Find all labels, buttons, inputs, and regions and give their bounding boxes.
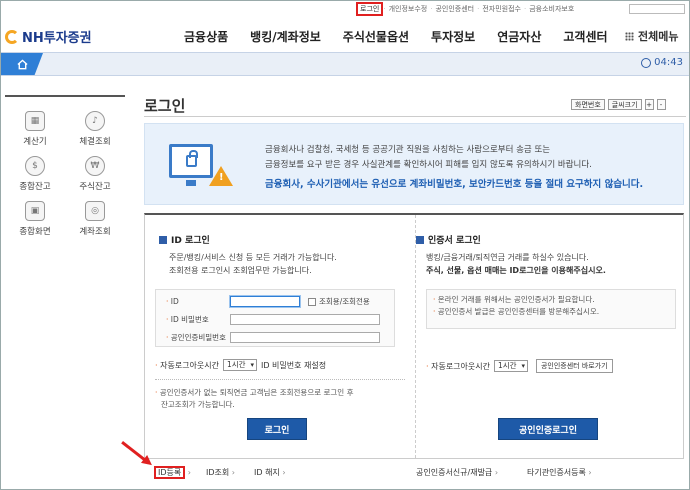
font-increase-button[interactable]: + [644, 99, 654, 110]
lock-icon [186, 150, 198, 167]
id-register-link[interactable]: ID등록 [154, 466, 186, 479]
home-icon [16, 58, 28, 69]
util-login-link[interactable]: 로그인 [356, 2, 384, 16]
gnb-item-pension[interactable]: 연금자산 [497, 28, 541, 45]
font-decrease-button[interactable]: - [656, 99, 666, 110]
top-search-input[interactable] [629, 4, 685, 14]
id-input[interactable] [230, 296, 300, 307]
page-title: 로그인 [144, 97, 186, 115]
grid-icon [625, 31, 634, 41]
id-login-form: ID 조회용/조회전용 ID 비밀번호 공인인증비밀번호 [155, 289, 395, 347]
cert-login-title: 인증서 로그인 [416, 233, 481, 246]
cert-password-label: 공인인증비밀번호 [166, 332, 230, 343]
login-panel: ID 로그인 주문/뱅킹/서비스 신청 등 모든 거래가 가능합니다. 조회전용… [144, 213, 684, 459]
password-reset-link[interactable]: ID 비밀번호 재설정 [261, 360, 326, 371]
session-time: 04:43 [654, 57, 683, 68]
gnb-item-stocks[interactable]: 주식선물옵션 [343, 28, 409, 45]
id-password-label: ID 비밀번호 [166, 314, 230, 325]
monitor-icon [169, 144, 213, 186]
util-link-civil-complaint[interactable]: 전자민원접수 [479, 4, 524, 14]
pension-note: 공인인증서가 없는 퇴직연금 고객님은 조회전용으로 로그인 후 잔고조회가 가… [155, 387, 354, 411]
cert-password-input[interactable] [230, 332, 380, 343]
warning-icon: ! [209, 166, 233, 186]
other-cert-link[interactable]: 타기관인증서등록 [527, 467, 592, 478]
cert-info-box: 온라인 거래를 위해서는 공인인증서가 필요합니다. 공인인증서 발급은 공인인… [426, 289, 676, 329]
id-password-input[interactable] [230, 314, 380, 325]
util-link-profile[interactable]: 개인정보수정 [386, 4, 431, 14]
phishing-notice: ! 금융회사나 검찰청, 국세청 등 공공기관 직원을 사칭하는 사람으로부터 … [144, 123, 684, 205]
utility-bar: 로그인 · 개인정보수정 · 공인인증센터 · 전자민원접수 · 금융소비자보호 [356, 2, 577, 16]
quick-item-account-lookup[interactable]: ◎ 계좌조회 [65, 201, 125, 237]
square-bullet-icon [416, 235, 424, 244]
bell-icon: ♪ [85, 111, 105, 131]
cert-autologout-row: 자동로그아웃시간 1시간 공인인증센터 바로가기 [426, 359, 613, 373]
cert-center-link[interactable]: 공인인증센터 바로가기 [535, 359, 613, 373]
quick-item-total-balance[interactable]: $ 종합잔고 [5, 156, 65, 192]
readonly-label: 조회용/조회전용 [319, 297, 370, 306]
cert-issue-link[interactable]: 공인인증서신규/재발급 [416, 467, 498, 478]
util-link-consumer-protection[interactable]: 금융소비자보호 [526, 4, 577, 14]
won-coin-icon: ₩ [85, 156, 105, 176]
cert-login-desc: 뱅킹/금융거래/퇴직연금 거래를 하실수 있습니다. 주식, 선물, 옵션 매매… [426, 253, 606, 275]
login-button[interactable]: 로그인 [247, 418, 307, 440]
home-button[interactable] [1, 53, 43, 75]
gnb-item-products[interactable]: 금융상품 [184, 28, 228, 45]
id-cancel-link[interactable]: ID 해지 [254, 467, 286, 478]
gnb-item-invest-info[interactable]: 투자정보 [431, 28, 475, 45]
autologout-select[interactable]: 1시간 [222, 359, 257, 371]
logo[interactable]: NH투자증권 [5, 27, 92, 46]
square-bullet-icon [159, 235, 167, 244]
title-divider [144, 116, 686, 117]
notice-line-3: 금융회사, 수사기관에서는 유선으로 계좌비밀번호, 보안카드번호 등을 절대 … [265, 179, 644, 190]
global-nav: 금융상품 뱅킹/계좌정보 주식선물옵션 투자정보 연금자산 고객센터 [184, 28, 630, 45]
id-login-title: ID 로그인 [159, 233, 210, 246]
id-lookup-link[interactable]: ID조회 [206, 467, 235, 478]
image-icon: ▣ [25, 201, 45, 221]
divider [155, 379, 405, 380]
title-tools: 화면번호 글씨크기 + - [571, 99, 666, 110]
util-link-cert-center[interactable]: 공인인증센터 [432, 4, 477, 14]
quick-item-calculator[interactable]: ▦ 계산기 [5, 111, 65, 147]
id-autologout-row: 자동로그아웃시간 1시간 ID 비밀번호 재설정 [155, 359, 326, 371]
cert-login-section: 인증서 로그인 뱅킹/금융거래/퇴직연금 거래를 하실수 있습니다. 주식, 선… [415, 215, 685, 458]
notice-line-1: 금융회사나 검찰청, 국세청 등 공공기관 직원을 사칭하는 사람으로부터 송금… [265, 145, 551, 155]
gnb-item-customer-center[interactable]: 고객센터 [563, 28, 607, 45]
id-login-section: ID 로그인 주문/뱅킹/서비스 신청 등 모든 거래가 가능합니다. 조회전용… [145, 215, 415, 458]
nh-logo-icon [5, 29, 19, 44]
search-account-icon: ◎ [85, 201, 105, 221]
readonly-checkbox[interactable] [308, 297, 316, 306]
quick-item-stock-balance[interactable]: ₩ 주식잔고 [65, 156, 125, 192]
notice-line-2: 금융정보를 요구 받은 경우 사실관계를 확인하시어 피해를 입지 않도록 유의… [265, 160, 592, 170]
font-size-label: 글씨크기 [607, 99, 642, 110]
session-timer: 04:43 [641, 57, 683, 68]
id-login-desc: 주문/뱅킹/서비스 신청 등 모든 거래가 가능합니다. 조회전용 로그인시 조… [169, 253, 337, 275]
screen-number-button[interactable]: 화면번호 [571, 99, 605, 110]
id-label: ID [166, 297, 230, 306]
gnb-item-banking[interactable]: 뱅킹/계좌정보 [250, 28, 321, 45]
browser-frame: 로그인 · 개인정보수정 · 공인인증센터 · 전자민원접수 · 금융소비자보호 NH투… [0, 0, 690, 490]
cert-login-button[interactable]: 공인인증로그인 [498, 418, 598, 440]
location-bar: 04:43 [1, 52, 689, 76]
quick-item-execution[interactable]: ♪ 체결조회 [65, 111, 125, 147]
moneybag-icon: $ [25, 156, 45, 176]
quick-item-total-screen[interactable]: ▣ 종합화면 [5, 201, 65, 237]
clock-icon [641, 57, 652, 68]
autologout-label: 자동로그아웃시간 [426, 361, 490, 372]
all-menu-button[interactable]: 전체메뉴 [625, 28, 678, 44]
calculator-icon: ▦ [25, 111, 45, 131]
autologout-label: 자동로그아웃시간 [155, 360, 219, 371]
quick-menu: ▦ 계산기 ♪ 체결조회 $ 종합잔고 ₩ 주식잔고 ▣ 종합화면 ◎ 계좌조회 [5, 95, 125, 237]
cert-autologout-select[interactable]: 1시간 [493, 360, 528, 372]
